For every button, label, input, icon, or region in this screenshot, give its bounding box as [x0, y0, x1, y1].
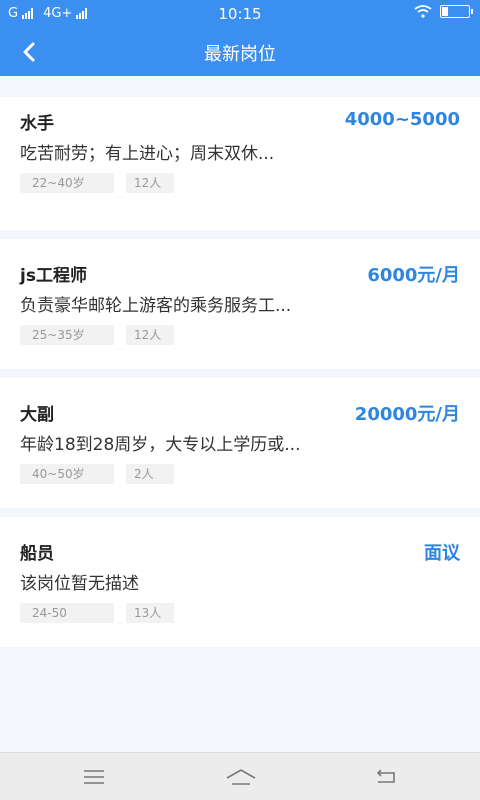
- app-header: 最新岗位: [0, 28, 480, 76]
- job-description: 吃苦耐劳；有上进心；周末双休...: [20, 144, 275, 164]
- status-bar: G 4G+ 10:15: [0, 0, 480, 28]
- job-title: 大副: [20, 405, 54, 425]
- return-icon[interactable]: [372, 766, 400, 788]
- headcount-tag: 2人: [126, 464, 174, 484]
- headcount-tag: 12人: [126, 173, 174, 193]
- headcount-tag: 12人: [126, 325, 174, 345]
- wifi-icon: [414, 5, 432, 18]
- system-nav-bar: [0, 752, 480, 800]
- job-tags: 24-50 13人: [20, 603, 174, 623]
- job-description: 负责豪华邮轮上游客的乘务服务工...: [20, 296, 292, 316]
- job-description: 年龄18到28周岁，大专以上学历或...: [20, 435, 301, 455]
- clock: 10:15: [218, 5, 262, 23]
- age-tag: 24-50: [20, 603, 114, 623]
- job-tags: 40~50岁 2人: [20, 464, 174, 484]
- job-salary: 4000~5000: [344, 109, 460, 130]
- age-tag: 22~40岁: [20, 173, 114, 193]
- headcount-tag: 13人: [126, 603, 174, 623]
- age-tag: 25~35岁: [20, 325, 114, 345]
- job-card[interactable]: 水手 4000~5000 吃苦耐劳；有上进心；周末双休... 22~40岁 12…: [0, 76, 480, 230]
- home-icon[interactable]: [224, 766, 258, 788]
- job-title: 船员: [20, 544, 54, 564]
- job-salary: 面议: [424, 543, 460, 564]
- job-card[interactable]: js工程师 6000元/月 负责豪华邮轮上游客的乘务服务工... 25~35岁 …: [0, 239, 480, 369]
- job-tags: 25~35岁 12人: [20, 325, 174, 345]
- menu-icon[interactable]: [80, 766, 108, 788]
- page-title: 最新岗位: [204, 44, 276, 65]
- job-card[interactable]: 大副 20000元/月 年龄18到28周岁，大专以上学历或... 40~50岁 …: [0, 378, 480, 508]
- job-description: 该岗位暂无描述: [20, 574, 139, 594]
- job-list: 水手 4000~5000 吃苦耐劳；有上进心；周末双休... 22~40岁 12…: [0, 76, 480, 656]
- age-tag: 40~50岁: [20, 464, 114, 484]
- job-salary: 6000元/月: [367, 265, 460, 286]
- job-card[interactable]: 船员 面议 该岗位暂无描述 24-50 13人: [0, 517, 480, 647]
- battery-icon: [440, 5, 473, 18]
- job-title: 水手: [20, 114, 54, 134]
- job-salary: 20000元/月: [354, 404, 460, 425]
- job-tags: 22~40岁 12人: [20, 173, 174, 193]
- job-title: js工程师: [20, 266, 87, 286]
